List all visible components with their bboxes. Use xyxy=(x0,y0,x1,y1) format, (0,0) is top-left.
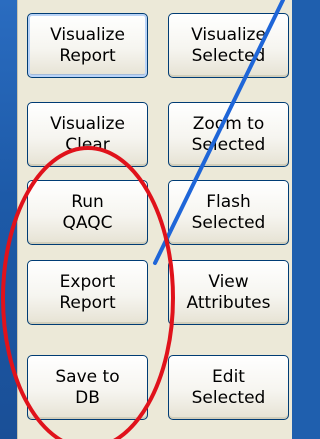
view-attributes-button[interactable]: View Attributes xyxy=(168,260,289,325)
visualize-selected-button[interactable]: Visualize Selected xyxy=(168,13,289,78)
save-to-db-button[interactable]: Save to DB xyxy=(27,355,148,420)
edit-selected-button[interactable]: Edit Selected xyxy=(168,355,289,420)
visualize-clear-button[interactable]: Visualize Clear xyxy=(27,102,148,167)
export-report-button[interactable]: Export Report xyxy=(27,260,148,325)
zoom-to-selected-button[interactable]: Zoom to Selected xyxy=(168,102,289,167)
run-qaqc-button[interactable]: Run QAQC xyxy=(27,180,148,245)
visualize-report-button[interactable]: Visualize Report xyxy=(27,13,148,78)
flash-selected-button[interactable]: Flash Selected xyxy=(168,180,289,245)
